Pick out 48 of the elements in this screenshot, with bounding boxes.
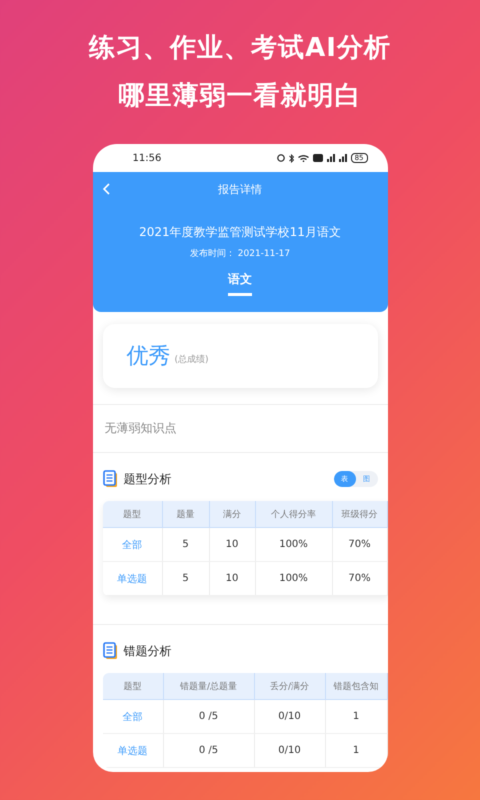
table-cell: 100%	[256, 528, 332, 561]
headline: 哪里薄弱一看就明白	[118, 80, 362, 112]
question-type-link[interactable]: 单选题	[102, 734, 164, 767]
headline: 练习、作业、考试AI分析	[89, 32, 391, 64]
exam-title: 2021年度教学监管测试学校11月语文	[139, 224, 341, 241]
column-header: 满分	[210, 501, 256, 527]
page-title: 报告详情	[218, 182, 262, 196]
document-icon	[102, 470, 118, 488]
table-cell: 10	[210, 562, 256, 595]
table-cell: 1	[326, 700, 388, 733]
alarm-icon	[276, 154, 285, 162]
column-header: 班级得分	[332, 501, 388, 527]
status-time: 11:56	[132, 152, 162, 164]
table-cell: 0 /5	[164, 700, 254, 733]
bluetooth-icon	[288, 154, 294, 162]
back-icon[interactable]	[102, 183, 110, 195]
wifi-icon	[298, 154, 309, 162]
table-cell: 5	[162, 562, 210, 595]
document-icon	[102, 642, 118, 660]
table-cell: 5	[162, 528, 210, 561]
weak-points-text: 无薄弱知识点	[92, 404, 388, 453]
column-header: 丢分/满分	[254, 673, 326, 699]
question-type-link[interactable]: 全部	[102, 700, 164, 733]
table-cell: 1	[326, 734, 388, 767]
column-header: 错题量/总题量	[164, 673, 254, 699]
subject-tab[interactable]: 语文	[228, 268, 252, 296]
grade-value: 优秀	[126, 343, 170, 371]
column-header: 题量	[162, 501, 210, 527]
network-badge-icon	[312, 154, 323, 162]
column-header: 错题包含知	[326, 673, 388, 699]
publish-date: 发布时间： 2021-11-17	[190, 248, 290, 260]
question-type-link[interactable]: 全部	[102, 528, 162, 561]
column-header: 题型	[102, 673, 164, 699]
table-cell: 0/10	[254, 700, 326, 733]
column-header: 题型	[102, 501, 162, 527]
table-cell: 70%	[332, 528, 388, 561]
table-cell: 10	[210, 528, 256, 561]
section-title: 错题分析	[124, 642, 172, 660]
table-cell: 0/10	[254, 734, 326, 767]
section-title: 题型分析	[124, 470, 172, 488]
table-cell: 0 /5	[164, 734, 254, 767]
signal-icon	[338, 154, 347, 162]
table-cell: 100%	[256, 562, 332, 595]
table-cell: 70%	[332, 562, 388, 595]
question-type-link[interactable]: 单选题	[102, 562, 162, 595]
signal-icon	[326, 154, 335, 162]
grade-note: (总成绩)	[174, 354, 209, 366]
column-header: 个人得分率	[256, 501, 332, 527]
